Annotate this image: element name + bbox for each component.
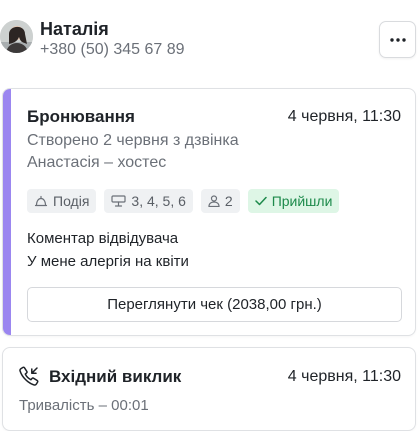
avatar [0,20,33,53]
table-icon [111,195,127,207]
tag-tables-label: 3, 4, 5, 6 [131,193,186,209]
booking-created: Створено 2 червня з дзвінка [27,132,239,149]
tag-guests: 2 [200,189,240,213]
comment-text: У мене алергія на квіти [27,253,189,270]
more-dots-icon [389,37,406,42]
status-badge-label: Прийшли [271,193,333,209]
tag-tables: 3, 4, 5, 6 [104,189,193,213]
contact-phone: +380 (50) 345 67 89 [40,41,185,58]
status-badge: Прийшли [247,189,340,213]
more-menu-button[interactable] [379,21,416,58]
person-icon [208,195,220,207]
booking-title: Бронювання [27,107,135,126]
tag-guests-label: 2 [224,193,233,209]
booking-card[interactable]: Бронювання 4 червня, 11:30 Створено 2 че… [2,88,416,336]
tag-event-label: Подія [53,193,90,209]
call-title: Вхідний виклик [49,367,182,386]
booking-host: Анастасія – хостес [27,154,167,171]
call-card[interactable]: Вхідний виклик 4 червня, 11:30 Триваліст… [2,347,416,431]
booking-datetime: 4 червня, 11:30 [287,108,401,125]
contact-name: Наталія [40,19,109,39]
check-icon [254,196,267,206]
view-receipt-button[interactable]: Переглянути чек (2038,00 грн.) [27,287,402,322]
tag-event: Подія [27,189,97,213]
call-duration: Тривалість – 00:01 [19,397,149,414]
booking-tags: Подія 3, 4, 5, 6 2 Прийшли [27,189,340,213]
call-datetime: 4 червня, 11:30 [287,368,401,385]
booking-accent-bar [3,89,11,335]
comment-label: Коментар відвідувача [27,230,179,247]
event-icon [34,195,48,207]
incoming-call-icon [19,366,39,386]
